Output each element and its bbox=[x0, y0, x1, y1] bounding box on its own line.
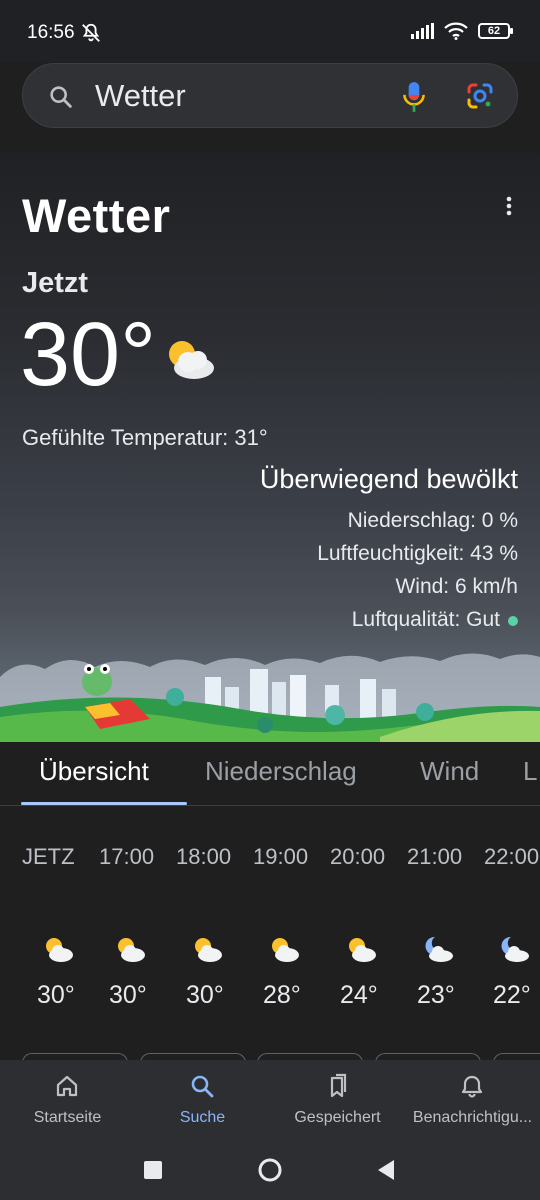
mic-icon[interactable] bbox=[401, 80, 427, 114]
nav-saved[interactable]: Gespeichert bbox=[270, 1060, 405, 1140]
weather-illustration bbox=[0, 653, 540, 742]
search-icon[interactable] bbox=[47, 83, 75, 111]
hour-temperature: 22° bbox=[493, 981, 531, 1009]
bell-icon bbox=[461, 1075, 483, 1098]
status-time: 16:56 bbox=[27, 22, 75, 43]
bottom-navigation: Startseite Suche Gespeichert Benachricht… bbox=[0, 1060, 540, 1140]
more-options-icon[interactable] bbox=[500, 194, 518, 218]
back-icon[interactable] bbox=[372, 1156, 400, 1184]
recents-icon[interactable] bbox=[139, 1156, 167, 1184]
hour-temperature: 28° bbox=[263, 981, 301, 1009]
partly-cloudy-icon bbox=[46, 938, 73, 962]
hourly-forecast[interactable]: JETZ 17:00 18:00 19:00 20:00 21:00 22:00… bbox=[0, 806, 540, 1060]
hour-label: 21:00 bbox=[407, 844, 463, 869]
hour-temperature: 23° bbox=[417, 981, 455, 1009]
nav-label: Benachrichtigu... bbox=[412, 1109, 533, 1126]
home-icon bbox=[56, 1075, 78, 1097]
hour-label: 20:00 bbox=[330, 844, 386, 869]
air-quality-dot bbox=[508, 616, 518, 626]
partly-cloudy-icon bbox=[118, 938, 145, 962]
lens-icon[interactable] bbox=[465, 81, 495, 111]
nav-notifications[interactable]: Benachrichtigu... bbox=[405, 1060, 540, 1140]
status-bar: 16:56 62 bbox=[0, 0, 540, 62]
feels-like: Gefühlte Temperatur: 31° bbox=[22, 425, 268, 450]
air-quality: Luftqualität: Gut bbox=[352, 608, 518, 632]
partly-cloudy-icon bbox=[169, 341, 214, 379]
air-quality-label: Luftqualität: Gut bbox=[351, 608, 500, 631]
system-navigation bbox=[0, 1140, 540, 1200]
nav-home[interactable]: Startseite bbox=[0, 1060, 135, 1140]
hour-temperature: 24° bbox=[340, 981, 378, 1009]
wind: Wind: 6 km/h bbox=[395, 575, 518, 598]
wifi-icon bbox=[444, 22, 468, 40]
current-temperature: 30° bbox=[20, 305, 157, 405]
partly-cloudy-icon bbox=[272, 938, 299, 962]
hour-temperature: 30° bbox=[37, 981, 75, 1009]
nav-label: Suche bbox=[179, 1109, 226, 1126]
search-icon bbox=[191, 1075, 214, 1098]
precipitation: Niederschlag: 0 % bbox=[347, 509, 518, 532]
bookmarks-icon bbox=[330, 1073, 347, 1098]
hour-temperature: 30° bbox=[109, 981, 147, 1009]
tab-precipitation[interactable]: Niederschlag bbox=[205, 756, 357, 787]
tab-overview[interactable]: Übersicht bbox=[39, 756, 149, 787]
hour-label: 22:00 bbox=[484, 844, 540, 869]
partly-cloudy-icon bbox=[349, 938, 376, 962]
tab-indicator bbox=[21, 802, 187, 805]
hour-temperature: 30° bbox=[186, 981, 224, 1009]
nav-search[interactable]: Suche bbox=[135, 1060, 270, 1140]
hour-label: 18:00 bbox=[176, 844, 232, 869]
hour-label: 19:00 bbox=[253, 844, 309, 869]
hour-label: 17:00 bbox=[99, 844, 155, 869]
search-input[interactable]: Wetter bbox=[95, 78, 186, 114]
nav-label: Gespeichert bbox=[294, 1109, 381, 1126]
mute-icon bbox=[82, 23, 100, 42]
weather-card: Wetter Jetzt 30° Gefühlte Temperatur: 31… bbox=[0, 152, 540, 742]
partly-cloudy-icon bbox=[195, 938, 222, 962]
hour-label: JETZ bbox=[22, 844, 75, 869]
battery-icon: 62 bbox=[478, 23, 513, 39]
now-label: Jetzt bbox=[22, 267, 89, 299]
weather-condition: Überwiegend bewölkt bbox=[259, 464, 518, 494]
weather-title: Wetter bbox=[22, 189, 171, 242]
tab-more[interactable]: L bbox=[523, 756, 537, 787]
tab-wind[interactable]: Wind bbox=[420, 756, 479, 787]
search-bar[interactable]: Wetter bbox=[22, 63, 518, 128]
home-button-icon[interactable] bbox=[256, 1156, 284, 1184]
night-cloudy-icon bbox=[425, 936, 453, 962]
night-cloudy-icon bbox=[501, 936, 529, 962]
nav-label: Startseite bbox=[33, 1109, 102, 1126]
signal-icon bbox=[411, 23, 434, 39]
weather-tabs: Übersicht Niederschlag Wind L bbox=[0, 742, 540, 806]
humidity: Luftfeuchtigkeit: 43 % bbox=[317, 542, 518, 565]
